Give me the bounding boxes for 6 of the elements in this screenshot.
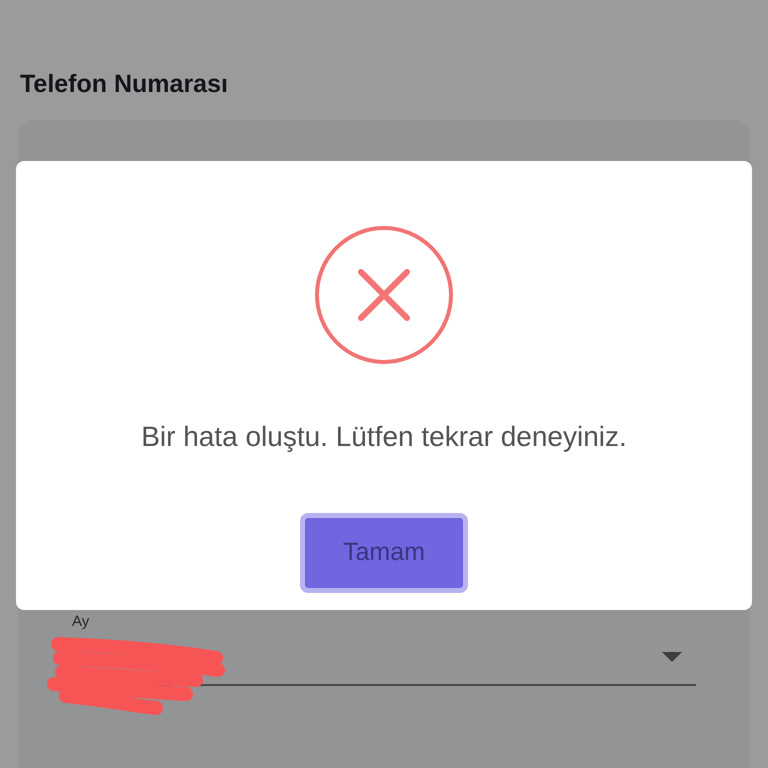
dropdown-caret-icon — [662, 652, 682, 662]
page-title: Telefon Numarası — [20, 69, 228, 100]
error-message: Bir hata oluştu. Lütfen tekrar deneyiniz. — [141, 420, 627, 454]
error-icon — [314, 225, 454, 365]
ok-button[interactable]: Tamam — [300, 513, 468, 593]
field-label: Ay — [72, 614, 90, 630]
